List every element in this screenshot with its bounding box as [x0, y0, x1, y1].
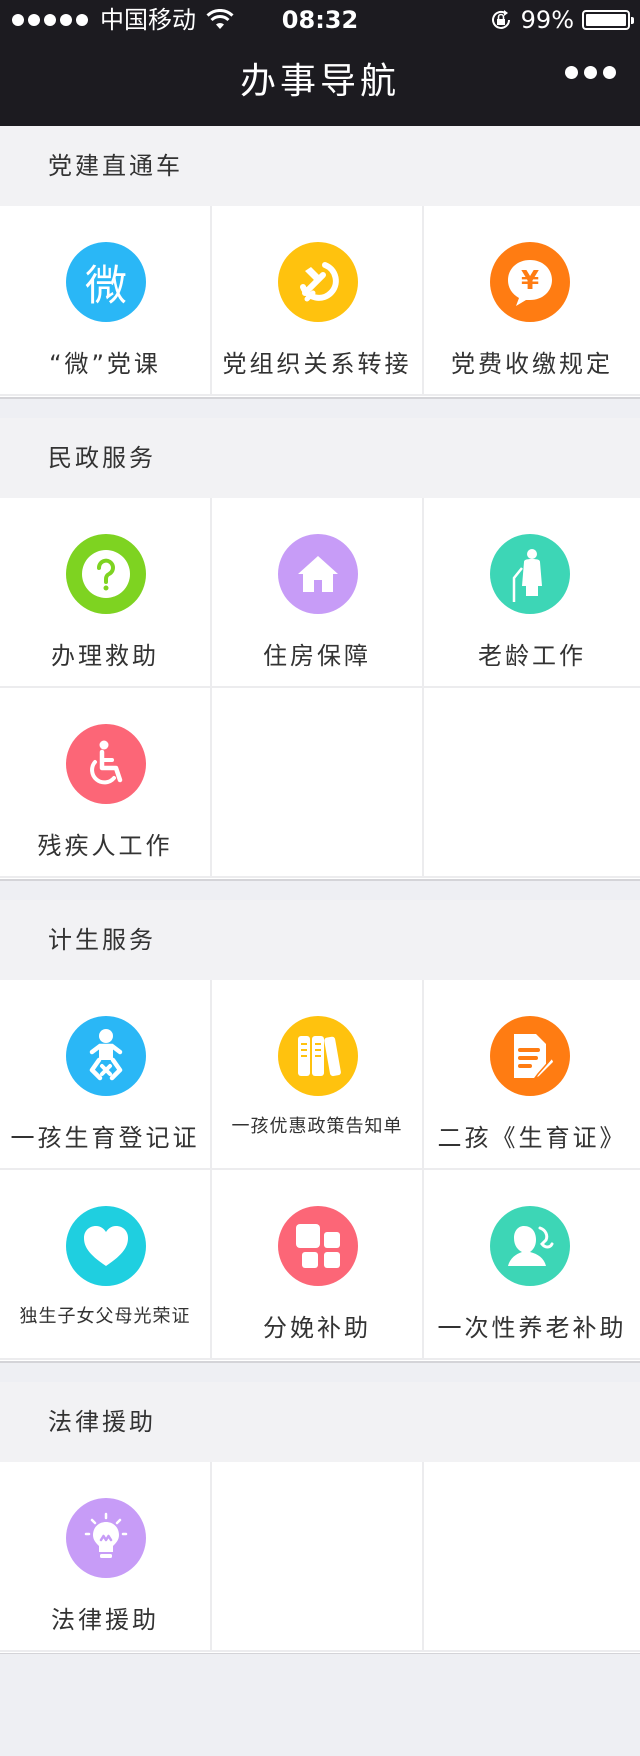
item-label: 党组织关系转接 — [222, 350, 412, 378]
section-divider — [0, 398, 640, 418]
more-button[interactable] — [565, 66, 616, 79]
lightbulb-icon — [66, 1498, 146, 1578]
item-party-relation-transfer[interactable]: 党组织关系转接 — [212, 206, 424, 396]
section-header-legal-aid: 法律援助 — [0, 1382, 640, 1462]
baby-icon — [66, 1016, 146, 1096]
item-label: 老龄工作 — [478, 642, 586, 670]
item-childbirth-subsidy[interactable]: 分娩补助 — [212, 1170, 424, 1360]
grid-party: 微 “微”党课 党组织关系转接 ¥ 党费收缴规定 — [0, 206, 640, 398]
grid-family-planning: 一孩生育登记证 一孩优惠政策告知单 二孩《生育证》 独生子女父母光荣证 分娩补助… — [0, 980, 640, 1362]
heart-icon — [66, 1206, 146, 1286]
item-label: 一次性养老补助 — [437, 1314, 627, 1342]
empty-cell — [212, 688, 424, 878]
empty-cell — [212, 1462, 424, 1652]
item-first-child-policy[interactable]: 一孩优惠政策告知单 — [212, 980, 424, 1170]
battery-icon — [582, 10, 634, 30]
books-icon — [278, 1016, 358, 1096]
document-edit-icon — [490, 1016, 570, 1096]
empty-cell — [424, 688, 640, 878]
item-label: 法律援助 — [51, 1606, 159, 1634]
item-wei-party-lesson[interactable]: 微 “微”党课 — [0, 206, 212, 396]
item-label: 分娩补助 — [263, 1314, 371, 1342]
person-icon — [490, 1206, 570, 1286]
status-bar: 中国移动 08:32 99% — [0, 0, 640, 40]
rotation-lock-icon — [491, 10, 510, 29]
item-elderly[interactable]: 老龄工作 — [424, 498, 640, 688]
top-bar: 中国移动 08:32 99% 办事导航 — [0, 0, 640, 126]
item-housing[interactable]: 住房保障 — [212, 498, 424, 688]
item-label: 一孩生育登记证 — [10, 1124, 200, 1152]
svg-text:¥: ¥ — [521, 266, 539, 296]
battery-percent: 99% — [520, 6, 574, 34]
item-label: 一孩优惠政策告知单 — [231, 1116, 403, 1137]
grid-legal-aid: 法律援助 — [0, 1462, 640, 1654]
item-label: “微”党课 — [49, 350, 161, 378]
section-header-civil: 民政服务 — [0, 418, 640, 498]
section-header-party: 党建直通车 — [0, 126, 640, 206]
wei-icon: 微 — [66, 242, 146, 322]
grid-civil: 办理救助 住房保障 老龄工作 残疾人工作 — [0, 498, 640, 880]
item-label: 残疾人工作 — [37, 832, 173, 860]
item-label: 党费收缴规定 — [451, 350, 613, 378]
item-label: 住房保障 — [263, 642, 371, 670]
section-divider — [0, 1362, 640, 1382]
yuan-icon: ¥ — [490, 242, 570, 322]
item-disability[interactable]: 残疾人工作 — [0, 688, 212, 878]
item-label: 办理救助 — [51, 642, 159, 670]
section-divider — [0, 880, 640, 900]
blocks-icon — [278, 1206, 358, 1286]
item-second-child-certificate[interactable]: 二孩《生育证》 — [424, 980, 640, 1170]
page-title: 办事导航 — [239, 61, 400, 102]
question-icon — [66, 534, 146, 614]
item-label: 二孩《生育证》 — [437, 1124, 627, 1152]
hammer-sickle-icon — [278, 242, 358, 322]
empty-cell — [424, 1462, 640, 1652]
item-one-time-pension-subsidy[interactable]: 一次性养老补助 — [424, 1170, 640, 1360]
item-relief[interactable]: 办理救助 — [0, 498, 212, 688]
house-icon — [278, 534, 358, 614]
item-label: 独生子女父母光荣证 — [19, 1306, 191, 1327]
section-header-family-planning: 计生服务 — [0, 900, 640, 980]
item-legal-aid[interactable]: 法律援助 — [0, 1462, 212, 1652]
item-first-child-registration[interactable]: 一孩生育登记证 — [0, 980, 212, 1170]
elderly-icon — [490, 534, 570, 614]
item-party-fee-rules[interactable]: ¥ 党费收缴规定 — [424, 206, 640, 396]
wheelchair-icon — [66, 724, 146, 804]
item-only-child-honor[interactable]: 独生子女父母光荣证 — [0, 1170, 212, 1360]
